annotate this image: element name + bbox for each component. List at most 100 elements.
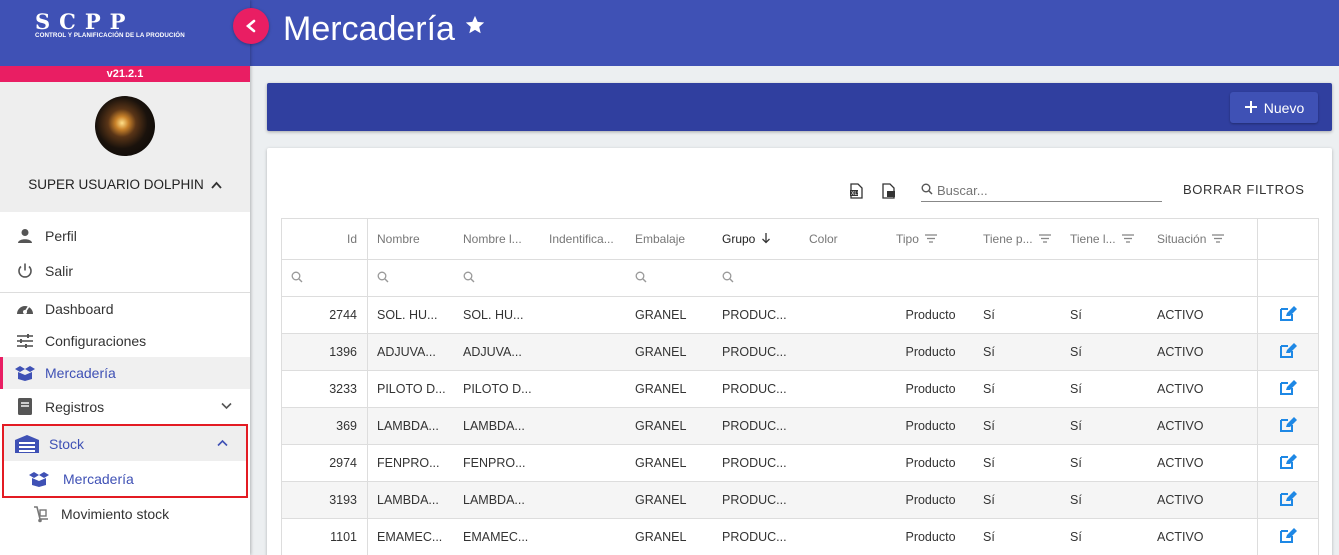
edit-icon bbox=[1279, 416, 1298, 436]
menu-item-salir[interactable]: Salir bbox=[0, 253, 250, 288]
menu-item-movimiento-stock[interactable]: Movimiento stock bbox=[0, 498, 250, 530]
row-edit-button[interactable] bbox=[1258, 297, 1318, 333]
filter-cell-grupo[interactable] bbox=[713, 260, 800, 296]
row-edit-button[interactable] bbox=[1258, 371, 1318, 407]
cell-identificacion bbox=[540, 334, 626, 370]
cell-embalaje: GRANEL bbox=[635, 530, 687, 544]
cell-nombre-l: EMAMEC... bbox=[463, 530, 529, 544]
column-header-tiene-l[interactable]: Tiene l... bbox=[1061, 219, 1148, 259]
column-header-embalaje[interactable]: Embalaje bbox=[626, 219, 713, 259]
cell-id: 2744 bbox=[282, 297, 368, 333]
sliders-icon bbox=[14, 330, 36, 352]
row-edit-button[interactable] bbox=[1258, 334, 1318, 370]
filter-cell-tipo bbox=[887, 260, 974, 296]
cell-embalaje: GRANEL bbox=[635, 382, 687, 396]
cell-situacion: ACTIVO bbox=[1148, 371, 1258, 407]
favorite-star-icon[interactable] bbox=[464, 14, 486, 41]
search-icon bbox=[722, 271, 734, 286]
cell-nombre: LAMBDA... bbox=[377, 493, 439, 507]
edit-icon bbox=[1279, 305, 1298, 325]
sidebar-toggle-button[interactable] bbox=[233, 8, 269, 44]
filter-cell-color bbox=[800, 260, 887, 296]
cell-tiene-p: Sí bbox=[983, 345, 995, 359]
filter-icon[interactable] bbox=[924, 232, 937, 246]
menu-item-dashboard[interactable]: Dashboard bbox=[0, 293, 250, 325]
table-row[interactable]: 3233 PILOTO D... PILOTO D... GRANEL PROD… bbox=[282, 371, 1318, 408]
column-header-identificacion[interactable]: Indentifica... bbox=[540, 219, 626, 259]
menu-label: Salir bbox=[45, 262, 74, 279]
column-header-nombre[interactable]: Nombre bbox=[368, 219, 454, 259]
filter-cell-id[interactable] bbox=[282, 260, 368, 296]
table-row[interactable]: 369 LAMBDA... LAMBDA... GRANEL PRODUC...… bbox=[282, 408, 1318, 445]
warehouse-icon bbox=[14, 433, 40, 455]
export-pdf-icon[interactable] bbox=[881, 183, 896, 204]
avatar[interactable] bbox=[95, 96, 155, 156]
column-header-id[interactable]: Id bbox=[282, 219, 368, 259]
filter-icon[interactable] bbox=[1121, 232, 1134, 246]
table-row[interactable]: 2974 FENPRO... FENPRO... GRANEL PRODUC..… bbox=[282, 445, 1318, 482]
menu-item-perfil[interactable]: Perfil bbox=[0, 218, 250, 253]
menu-item-stock[interactable]: Stock bbox=[4, 426, 246, 461]
table-row[interactable]: 3193 LAMBDA... LAMBDA... GRANEL PRODUC..… bbox=[282, 482, 1318, 519]
cell-nombre: SOL. HU... bbox=[377, 308, 438, 322]
svg-text:XLS: XLS bbox=[851, 191, 860, 197]
column-header-color[interactable]: Color bbox=[800, 219, 887, 259]
row-edit-button[interactable] bbox=[1258, 408, 1318, 444]
cell-embalaje: GRANEL bbox=[635, 419, 687, 433]
menu-label: Perfil bbox=[45, 227, 77, 244]
column-label: Tiene p... bbox=[983, 232, 1033, 246]
cell-tiene-l: Sí bbox=[1070, 530, 1082, 544]
menu-item-configuraciones[interactable]: Configuraciones bbox=[0, 325, 250, 357]
cell-nombre-l: SOL. HU... bbox=[463, 308, 524, 322]
search-input[interactable] bbox=[937, 183, 1157, 198]
row-edit-button[interactable] bbox=[1258, 519, 1318, 555]
column-label: Tipo bbox=[896, 232, 919, 246]
filter-cell-tiene-l bbox=[1061, 260, 1148, 296]
filter-cell-identificacion bbox=[540, 260, 626, 296]
cell-color bbox=[800, 334, 887, 370]
cell-grupo: PRODUC... bbox=[722, 419, 787, 433]
plus-icon bbox=[1244, 100, 1258, 115]
edit-icon bbox=[1279, 342, 1298, 362]
cell-nombre: LAMBDA... bbox=[377, 419, 439, 433]
cell-id: 1396 bbox=[282, 334, 368, 370]
menu-label: Registros bbox=[45, 398, 105, 415]
cell-tipo: Producto bbox=[905, 493, 956, 507]
filter-icon[interactable] bbox=[1212, 232, 1225, 246]
filter-cell-embalaje[interactable] bbox=[626, 260, 713, 296]
menu-item-mercaderia[interactable]: Mercadería bbox=[0, 357, 250, 389]
table-row[interactable]: 1396 ADJUVA... ADJUVA... GRANEL PRODUC..… bbox=[282, 334, 1318, 371]
filter-icon[interactable] bbox=[1038, 232, 1051, 246]
cell-situacion: ACTIVO bbox=[1148, 297, 1258, 333]
user-menu-toggle[interactable]: SUPER USUARIO DOLPHIN bbox=[0, 177, 250, 192]
row-edit-button[interactable] bbox=[1258, 445, 1318, 481]
cell-color bbox=[800, 297, 887, 333]
row-edit-button[interactable] bbox=[1258, 482, 1318, 518]
cell-nombre: EMAMEC... bbox=[377, 530, 443, 544]
cell-nombre-l: LAMBDA... bbox=[463, 493, 525, 507]
cell-identificacion bbox=[540, 297, 626, 333]
filter-cell-nombre[interactable] bbox=[368, 260, 454, 296]
table-row[interactable]: 2744 SOL. HU... SOL. HU... GRANEL PRODUC… bbox=[282, 297, 1318, 334]
action-toolbar: Nuevo bbox=[267, 83, 1332, 131]
chevron-up-icon bbox=[217, 438, 228, 450]
menu-item-stock-mercaderia[interactable]: Mercadería bbox=[4, 461, 246, 496]
cell-nombre-l: LAMBDA... bbox=[463, 419, 525, 433]
filter-cell-actions bbox=[1258, 260, 1318, 296]
column-header-nombre-l[interactable]: Nombre l... bbox=[454, 219, 540, 259]
filter-cell-nombre-l[interactable] bbox=[454, 260, 540, 296]
column-header-situacion[interactable]: Situación bbox=[1148, 219, 1258, 259]
table-row[interactable]: 1101 EMAMEC... EMAMEC... GRANEL PRODUC..… bbox=[282, 519, 1318, 555]
column-header-tiene-p[interactable]: Tiene p... bbox=[974, 219, 1061, 259]
column-header-grupo[interactable]: Grupo bbox=[713, 219, 800, 259]
cell-situacion: ACTIVO bbox=[1148, 445, 1258, 481]
cell-tipo: Producto bbox=[905, 456, 956, 470]
cell-grupo: PRODUC... bbox=[722, 456, 787, 470]
cell-grupo: PRODUC... bbox=[722, 530, 787, 544]
export-excel-icon[interactable]: XLS bbox=[849, 183, 864, 204]
column-header-tipo[interactable]: Tipo bbox=[887, 219, 974, 259]
new-button[interactable]: Nuevo bbox=[1230, 92, 1318, 123]
clear-filters-button[interactable]: BORRAR FILTROS bbox=[1183, 182, 1305, 197]
menu-item-registros[interactable]: Registros bbox=[0, 389, 250, 424]
cell-grupo: PRODUC... bbox=[722, 345, 787, 359]
